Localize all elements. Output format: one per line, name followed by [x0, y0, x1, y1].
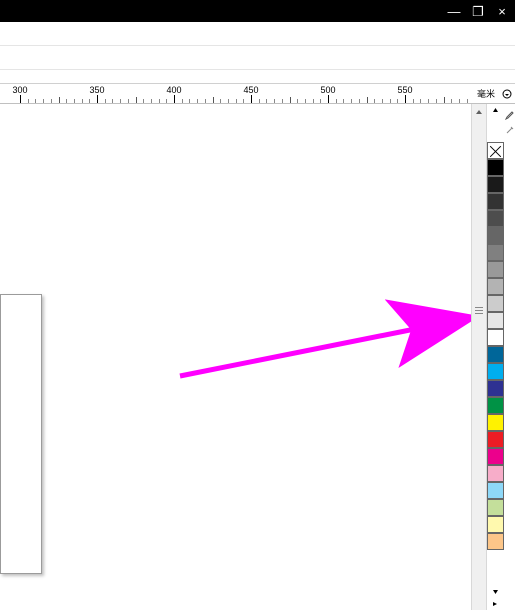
close-button[interactable]: ×: [493, 5, 511, 18]
swatch-gray90[interactable]: [487, 176, 504, 193]
swatch-magenta[interactable]: [487, 448, 504, 465]
swatch-blue[interactable]: [487, 380, 504, 397]
swatch-gray10[interactable]: [487, 312, 504, 329]
scroll-up-button[interactable]: [472, 104, 486, 120]
palette-scroll-up[interactable]: [487, 104, 504, 116]
ruler-unit-label: 毫米: [473, 84, 499, 103]
wand-icon[interactable]: [505, 122, 514, 131]
swatch-cyan[interactable]: [487, 363, 504, 380]
swatch-red[interactable]: [487, 431, 504, 448]
menu-bar: [0, 22, 515, 46]
swatch-gray20[interactable]: [487, 295, 504, 312]
docker-tabs: [504, 104, 515, 134]
property-bar: [0, 70, 515, 84]
swatch-white[interactable]: [487, 329, 504, 346]
maximize-button[interactable]: ❐: [469, 5, 487, 18]
swatch-gray80[interactable]: [487, 193, 504, 210]
swatch-gray50[interactable]: [487, 244, 504, 261]
swatch-gray70[interactable]: [487, 210, 504, 227]
palette-flyout-button[interactable]: [487, 598, 504, 610]
swatch-gray60[interactable]: [487, 227, 504, 244]
color-palette: [487, 104, 504, 610]
horizontal-ruler: 300350400450500550600 毫米: [0, 84, 515, 104]
eyedropper-icon[interactable]: [505, 107, 514, 116]
minimize-button[interactable]: —: [445, 5, 463, 18]
workspace[interactable]: [0, 104, 515, 610]
vertical-scrollbar[interactable]: [471, 104, 487, 610]
swatch-cyan-dark[interactable]: [487, 346, 504, 363]
swatch-green-light[interactable]: [487, 499, 504, 516]
page-edge: [0, 294, 42, 574]
ruler-options-button[interactable]: [499, 84, 515, 103]
palette-scroll-down[interactable]: [487, 586, 504, 598]
scroll-thumb[interactable]: [474, 301, 484, 319]
swatch-orange-light[interactable]: [487, 533, 504, 550]
title-bar: — ❐ ×: [0, 0, 515, 22]
swatch-gray30[interactable]: [487, 278, 504, 295]
swatch-blue-light[interactable]: [487, 482, 504, 499]
swatch-gray40[interactable]: [487, 261, 504, 278]
swatch-pink[interactable]: [487, 465, 504, 482]
swatch-green[interactable]: [487, 397, 504, 414]
swatch-black[interactable]: [487, 159, 504, 176]
toolbar: [0, 46, 515, 70]
annotation-arrow: [0, 104, 515, 610]
swatch-yellow[interactable]: [487, 414, 504, 431]
swatch-yellow-light[interactable]: [487, 516, 504, 533]
swatch-none[interactable]: [487, 142, 504, 159]
